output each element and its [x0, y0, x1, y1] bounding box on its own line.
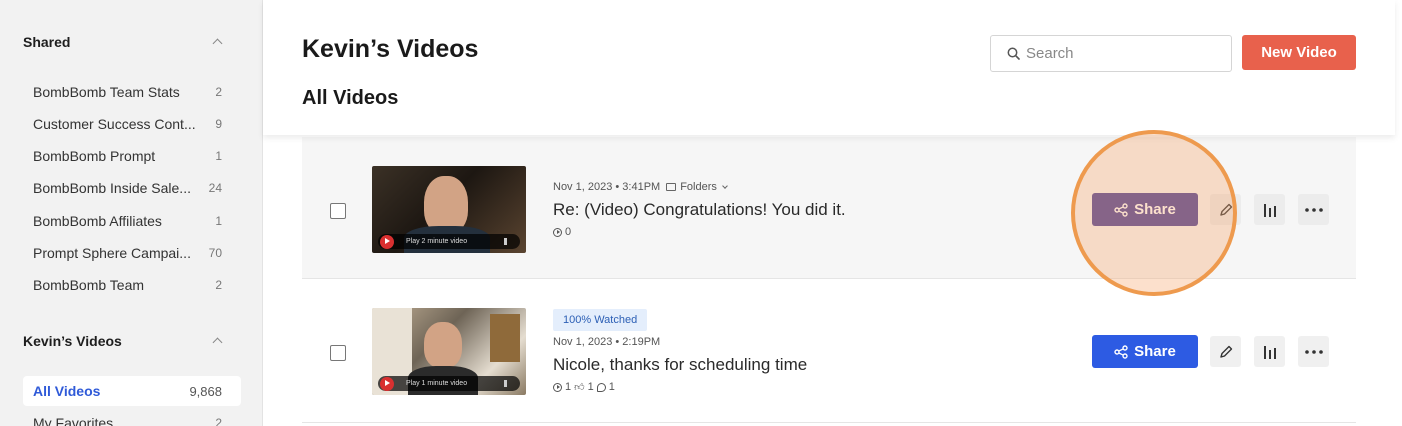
- share-button[interactable]: Share: [1092, 193, 1198, 226]
- views-icon: [553, 382, 562, 392]
- thumbnail-play-bar[interactable]: Play 1 minute video: [378, 376, 520, 391]
- analytics-button[interactable]: [1254, 336, 1285, 367]
- video-meta: Nov 1, 2023 • 2:19PM: [553, 336, 660, 348]
- edit-button[interactable]: [1210, 194, 1241, 225]
- chevron-up-icon[interactable]: [211, 36, 223, 48]
- more-button[interactable]: [1298, 336, 1329, 367]
- sidebar-item-prompt-sphere[interactable]: Prompt Sphere Campai... 70: [23, 238, 241, 268]
- share-label: Share: [1134, 201, 1176, 218]
- video-thumbnail[interactable]: Play 1 minute video: [372, 308, 526, 395]
- sidebar-item-label: BombBomb Affiliates: [33, 213, 162, 229]
- video-stats: 1 👍︎ 1 1: [553, 381, 615, 393]
- views-icon: [553, 227, 562, 237]
- video-title[interactable]: Re: (Video) Congratulations! You did it.: [553, 200, 846, 220]
- play-icon[interactable]: [380, 234, 394, 249]
- sidebar-item-label: BombBomb Team: [33, 277, 145, 293]
- sidebar-item-count: 9,868: [189, 383, 222, 399]
- share-button[interactable]: Share: [1092, 335, 1198, 368]
- play-icon[interactable]: [380, 376, 394, 391]
- sidebar-item-count: 1: [215, 149, 222, 163]
- search-icon: [1007, 47, 1020, 60]
- sidebar-item-label: Customer Success Cont...: [33, 116, 196, 132]
- watched-badge: 100% Watched: [553, 309, 648, 331]
- thumbnail-play-bar[interactable]: Play 2 minute video: [378, 234, 520, 249]
- comment-icon: [596, 382, 606, 392]
- sidebar-item-affiliates[interactable]: BombBomb Affiliates 1: [23, 206, 241, 236]
- thumbnail-face: [424, 322, 462, 368]
- video-row[interactable]: Play 2 minute video Nov 1, 2023 • 3:41PM…: [302, 137, 1356, 279]
- sidebar-item-team-stats[interactable]: BombBomb Team Stats 2: [23, 77, 241, 107]
- new-video-button[interactable]: New Video: [1242, 35, 1356, 70]
- row-checkbox[interactable]: [330, 345, 346, 361]
- bar-chart-icon: [1263, 203, 1276, 217]
- sidebar: Shared BombBomb Team Stats 2 Customer Su…: [0, 0, 263, 426]
- volume-icon[interactable]: [504, 380, 512, 387]
- sidebar-item-label: Prompt Sphere Campai...: [33, 245, 191, 261]
- kevins-videos-section-header[interactable]: Kevin’s Videos: [23, 333, 223, 349]
- sidebar-item-prompt[interactable]: BombBomb Prompt 1: [23, 141, 241, 171]
- share-icon: [1114, 344, 1128, 359]
- sidebar-item-my-favorites[interactable]: My Favorites 2: [23, 408, 241, 426]
- sidebar-item-count: 2: [215, 85, 222, 99]
- share-label: Share: [1134, 343, 1176, 360]
- sidebar-item-count: 2: [215, 278, 222, 292]
- share-icon: [1114, 202, 1128, 217]
- row-checkbox[interactable]: [330, 203, 346, 219]
- thumbnail-window: [490, 314, 520, 362]
- sidebar-item-count: 24: [208, 181, 222, 195]
- bar-chart-icon: [1263, 345, 1276, 359]
- sidebar-item-label: BombBomb Team Stats: [33, 84, 180, 100]
- sidebar-item-customer-success[interactable]: Customer Success Cont... 9: [23, 109, 241, 139]
- sidebar-item-count: 70: [208, 246, 222, 260]
- chevron-up-icon[interactable]: [211, 335, 223, 347]
- sidebar-item-count: 1: [215, 214, 222, 228]
- sidebar-item-all-videos[interactable]: All Videos 9,868: [23, 376, 241, 406]
- pencil-icon: [1219, 203, 1232, 216]
- sidebar-item-team[interactable]: BombBomb Team 2: [23, 270, 241, 300]
- sidebar-item-count: 9: [215, 117, 222, 131]
- sidebar-item-label: BombBomb Inside Sale...: [33, 180, 191, 196]
- sidebar-item-count: 2: [215, 416, 222, 426]
- shared-section-title: Shared: [23, 34, 71, 50]
- sidebar-item-label: All Videos: [33, 383, 101, 399]
- edit-button[interactable]: [1210, 336, 1241, 367]
- shared-section-header[interactable]: Shared: [23, 34, 223, 50]
- more-horizontal-icon: [1304, 207, 1323, 212]
- thumbs-up-icon: 👍︎: [574, 382, 585, 393]
- chevron-down-icon[interactable]: [722, 182, 728, 189]
- page-subtitle: All Videos: [302, 87, 399, 109]
- sidebar-item-label: My Favorites: [33, 415, 114, 426]
- likes-count: 1: [587, 381, 594, 393]
- more-button[interactable]: [1298, 194, 1329, 225]
- kevins-videos-section-title: Kevin’s Videos: [23, 333, 122, 349]
- thumbnail-caption: Play 2 minute video: [406, 238, 468, 245]
- comments-count: 1: [608, 381, 615, 393]
- video-date: Nov 1, 2023 • 2:19PM: [553, 336, 661, 348]
- video-date: Nov 1, 2023 • 3:41PM: [553, 181, 661, 193]
- sidebar-item-inside-sales[interactable]: BombBomb Inside Sale... 24: [23, 173, 241, 203]
- video-row[interactable]: Play 1 minute video 100% Watched Nov 1, …: [302, 281, 1356, 423]
- page-header: Kevin’s Videos All Videos New Video: [263, 0, 1395, 135]
- page-title: Kevin’s Videos: [302, 35, 479, 63]
- search-box[interactable]: [990, 35, 1232, 72]
- video-thumbnail[interactable]: Play 2 minute video: [372, 166, 526, 253]
- folder-dropdown[interactable]: Folders: [680, 181, 717, 193]
- analytics-button[interactable]: [1254, 194, 1285, 225]
- video-stats: 0: [553, 226, 571, 238]
- pencil-icon: [1219, 345, 1232, 358]
- folder-icon[interactable]: [666, 183, 677, 191]
- video-title[interactable]: Nicole, thanks for scheduling time: [553, 355, 807, 375]
- thumbnail-caption: Play 1 minute video: [406, 380, 468, 387]
- more-horizontal-icon: [1304, 349, 1323, 354]
- views-count: 1: [565, 381, 572, 393]
- video-meta: Nov 1, 2023 • 3:41PM Folders: [553, 181, 728, 193]
- sidebar-item-label: BombBomb Prompt: [33, 148, 156, 164]
- volume-icon[interactable]: [504, 238, 512, 245]
- search-input[interactable]: [1026, 45, 1226, 62]
- views-count: 0: [565, 226, 572, 238]
